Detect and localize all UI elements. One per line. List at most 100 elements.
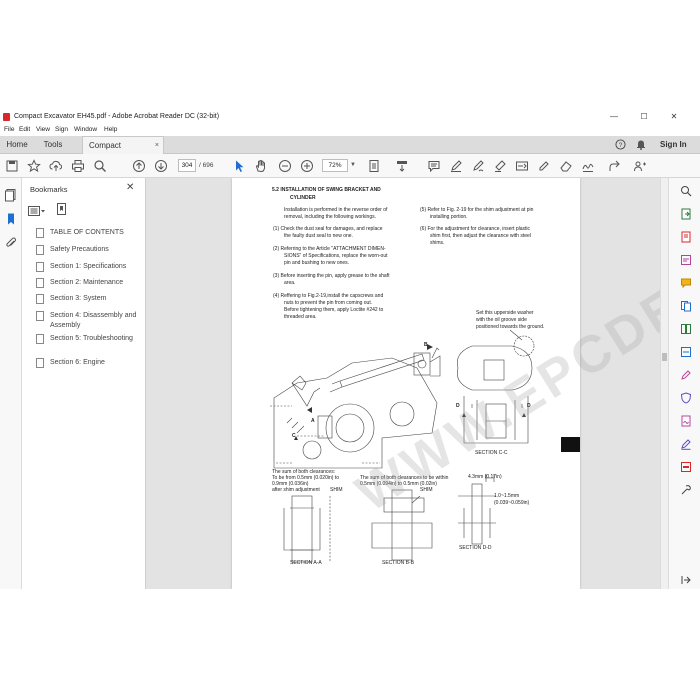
edit-pdf-tool-icon[interactable] [680, 253, 692, 265]
signature-icon[interactable] [580, 158, 596, 174]
bookmark-item-system[interactable]: Section 3: System [36, 294, 144, 304]
edit-pdf-icon[interactable] [536, 158, 552, 174]
export-pdf-icon[interactable] [680, 207, 692, 220]
vertical-scrollbar[interactable] [660, 178, 668, 589]
page-fit-icon[interactable] [366, 158, 382, 174]
menu-bar: File Edit View Sign Window Help [0, 124, 700, 136]
bookmarks-title: Bookmarks [30, 185, 68, 194]
fill-sign-icon[interactable] [514, 158, 530, 174]
search-icon[interactable] [92, 158, 108, 174]
label-a: A [311, 418, 315, 424]
bookmark-item-maintenance[interactable]: Section 2: Maintenance [36, 278, 144, 288]
bookmark-item-safety[interactable]: Safety Precautions [36, 245, 144, 255]
hand-tool-icon[interactable] [253, 158, 269, 174]
dimension-label: (0.039~0.059in) [494, 500, 530, 506]
previous-page-icon[interactable] [131, 158, 147, 174]
redact-icon[interactable] [680, 460, 692, 472]
comment-tool-icon[interactable] [680, 276, 692, 289]
main-toolbar: 304 / 696 72% ▼ [0, 154, 700, 178]
dimension-label: 1.0~1.5mm [494, 493, 520, 499]
create-pdf-icon[interactable] [680, 230, 692, 243]
acrobat-logo-icon [3, 113, 10, 121]
close-tab-icon[interactable]: × [155, 137, 159, 155]
maximize-button[interactable]: ☐ [634, 111, 654, 123]
menu-view[interactable]: View [36, 126, 50, 133]
bookmark-tools [28, 203, 78, 221]
document-viewer[interactable]: 5.2 INSTALLATION OF SWING BRACKET AND CY… [146, 178, 660, 589]
more-tools-icon[interactable] [680, 483, 692, 495]
shim-label: SHIM [330, 487, 343, 493]
share-people-icon[interactable] [632, 158, 648, 174]
organize-pages-icon[interactable] [680, 322, 692, 334]
svg-text:?: ? [619, 142, 623, 149]
tools-pane [668, 178, 700, 589]
zoom-in-icon[interactable] [299, 158, 315, 174]
bookmark-page-icon [36, 278, 44, 288]
print-icon[interactable] [70, 158, 86, 174]
highlight-pen-icon[interactable] [448, 158, 464, 174]
search-tool-icon[interactable] [680, 184, 692, 197]
scan-ocr-icon[interactable] [680, 345, 692, 357]
notification-bell-icon[interactable] [636, 139, 646, 152]
tab-document[interactable]: Compact Excavator... × [82, 136, 164, 168]
zoom-dropdown-icon[interactable]: ▼ [350, 162, 356, 168]
page-total-label: / 696 [199, 162, 214, 169]
send-for-signature-icon[interactable] [680, 414, 692, 427]
clearance-note-a: after shim adjustment [272, 487, 320, 493]
request-signature-icon[interactable] [680, 437, 692, 450]
scrollbar-thumb[interactable] [662, 353, 667, 361]
share-icon[interactable] [606, 158, 622, 174]
pdf-page: 5.2 INSTALLATION OF SWING BRACKET AND CY… [232, 178, 580, 589]
bookmark-item-toc[interactable]: TABLE OF CONTENTS [36, 228, 144, 238]
menu-window[interactable]: Window [74, 126, 97, 133]
save-icon[interactable] [4, 158, 20, 174]
minimize-button[interactable]: — [604, 111, 624, 123]
select-cursor-icon[interactable] [231, 158, 247, 174]
shim-label: SHIM [420, 487, 433, 493]
window-title: Compact Excavator EH45.pdf - Adobe Acrob… [14, 113, 220, 120]
sign-in-button[interactable]: Sign In [660, 136, 687, 154]
erase-icon[interactable] [558, 158, 574, 174]
zoom-level-input[interactable]: 72% [322, 159, 348, 172]
acrobat-window: Compact Excavator EH45.pdf - Adobe Acrob… [0, 0, 700, 700]
bookmark-page-icon [36, 262, 44, 272]
menu-help[interactable]: Help [104, 126, 117, 133]
attachments-icon[interactable] [4, 236, 18, 250]
collapse-pane-icon[interactable] [680, 573, 692, 585]
bookmark-page-icon [36, 228, 44, 238]
bookmark-item-engine[interactable]: Section 6: Engine [36, 358, 144, 368]
tab-home[interactable]: Home [0, 136, 34, 154]
next-page-icon[interactable] [153, 158, 169, 174]
upload-cloud-icon[interactable] [48, 158, 64, 174]
bookmark-star-icon[interactable] [26, 158, 42, 174]
bookmark-item-disassembly[interactable]: Section 4: Disassembly and Assembly [36, 311, 144, 331]
scrolling-mode-icon[interactable] [394, 158, 410, 174]
menu-file[interactable]: File [4, 126, 14, 133]
bookmark-page-icon [36, 358, 44, 368]
protect-shield-icon[interactable] [680, 391, 692, 404]
help-icon[interactable]: ? [615, 139, 626, 152]
fill-and-sign-icon[interactable] [680, 368, 692, 380]
menu-sign[interactable]: Sign [55, 126, 68, 133]
combine-files-icon[interactable] [680, 299, 692, 312]
new-bookmark-icon[interactable] [56, 203, 68, 221]
navigation-rail [0, 178, 22, 589]
comment-icon[interactable] [426, 158, 442, 174]
close-window-button[interactable]: ✕ [664, 111, 684, 123]
page-number-input[interactable]: 304 [178, 159, 196, 172]
bookmarks-panel-icon[interactable] [4, 212, 18, 226]
stamp-icon[interactable] [492, 158, 508, 174]
menu-edit[interactable]: Edit [19, 126, 30, 133]
bookmark-item-specifications[interactable]: Section 1: Specifications [36, 262, 144, 272]
dimension-label: 4.3mm (0.17in) [468, 474, 502, 480]
page-thumbnails-icon[interactable] [4, 188, 18, 202]
close-panel-icon[interactable]: ✕ [126, 182, 134, 193]
bookmark-page-icon [36, 311, 44, 321]
tab-tools[interactable]: Tools [34, 136, 72, 154]
draw-tool-icon[interactable] [470, 158, 486, 174]
label-d: D [456, 403, 460, 409]
bookmark-options-icon[interactable] [28, 204, 46, 222]
title-bar: Compact Excavator EH45.pdf - Adobe Acrob… [0, 110, 700, 124]
zoom-out-icon[interactable] [277, 158, 293, 174]
bookmark-item-troubleshooting[interactable]: Section 5: Troubleshooting [36, 334, 144, 344]
